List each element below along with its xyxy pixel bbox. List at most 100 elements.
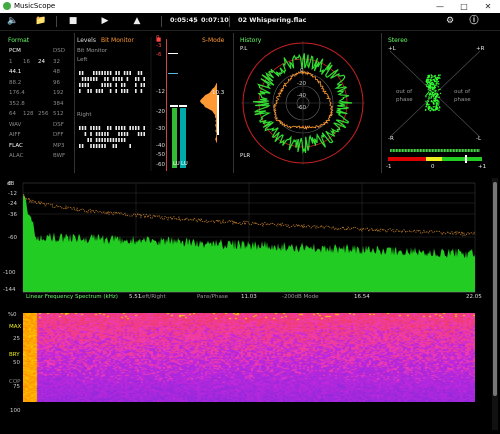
meter-scale-label: -30: [156, 126, 165, 132]
spectrum-ytick: -60: [8, 235, 17, 241]
format-cell: 256: [38, 111, 49, 117]
format-cell: ALAC: [9, 153, 24, 159]
format-cell: WAV: [9, 121, 22, 128]
stereo-panel: Stereo +L +R -R -L out of phase out of p…: [382, 33, 490, 173]
meter-scale-label: -3: [156, 43, 162, 49]
plus-r-label: +R: [476, 46, 485, 52]
mode-pans-phase[interactable]: Pans/Phase: [197, 294, 228, 300]
ring-label-40: -40: [297, 93, 306, 99]
volume-icon[interactable]: 🔈: [6, 15, 20, 28]
spectrum-ytick: -36: [8, 212, 17, 218]
spectrum-ytick: -100: [3, 270, 16, 276]
corr-plus: +1: [478, 164, 487, 170]
toolbar: 🔈 📁 ■ ▶ ▲ 0:05:45 / 0:07:10 02 Whisperin…: [0, 13, 500, 31]
record-icon[interactable]: ▲: [130, 15, 144, 28]
minimize-button[interactable]: —: [428, 0, 452, 13]
close-button[interactable]: ✕: [476, 0, 500, 13]
spectrogram-ytick: 0: [13, 312, 17, 318]
meter-scale-label: -12: [156, 89, 165, 95]
s-mode-label[interactable]: S-Mode: [202, 37, 224, 44]
spectrum-xtick: 16.54: [354, 294, 370, 300]
meter-scale-label: -50: [156, 152, 165, 158]
cop-label: COP: [9, 379, 21, 385]
minus-r-label: -R: [388, 136, 394, 142]
spectrum-footer-label[interactable]: Linear Frequency Spectrum (kHz): [26, 294, 118, 300]
format-cell: MP3: [53, 142, 65, 149]
spectrogram-ytick: 50: [13, 360, 20, 366]
plus-l-label: +L: [388, 46, 396, 52]
mode-left-right[interactable]: Left/Right: [139, 294, 166, 300]
spectrum-panel: dB 0 -12 -24 -36 -60 -100 -144 Linear Frequenc…: [0, 178, 490, 308]
history-radar: [241, 41, 365, 165]
toolbar-separator: [161, 16, 162, 27]
stereo-cloud: [424, 74, 442, 112]
stop-icon[interactable]: ■: [66, 15, 80, 28]
max-label: MAX: [9, 324, 22, 330]
spectrum-ytick: -144: [3, 287, 16, 293]
vertical-scrollbar[interactable]: [492, 178, 498, 430]
format-cell: 128: [23, 111, 34, 117]
spectrogram-panel: % 0 25 50 75 100 MAX BRY COP: [0, 310, 490, 432]
format-cell: FLAC: [9, 142, 23, 149]
levels-graphic: [79, 37, 219, 171]
format-cell: 512: [53, 111, 64, 117]
play-icon[interactable]: ▶: [98, 15, 112, 28]
ring-label-20: -20: [297, 81, 306, 87]
out-phase-left: out of phase: [396, 89, 413, 103]
format-cell: DSF: [53, 121, 64, 128]
time-total: 0:07:10: [201, 16, 229, 24]
format-panel: Format PCM DSD 1 16 24 32 44.1 48 88.2 96 176.4 192…: [0, 33, 74, 173]
format-cell: DSD: [53, 48, 65, 54]
corr-minus: -1: [386, 164, 392, 170]
spectrum-ytick: 0: [8, 181, 12, 187]
peak-value: 10.3: [212, 90, 225, 96]
format-cell: 176.4: [9, 90, 25, 96]
history-panel: History P.L PLR 0 -20 -40 -60: [234, 33, 381, 173]
bit-grid-left: [79, 71, 145, 93]
settings-gear-icon[interactable]: ⚙: [443, 15, 457, 28]
format-cell: 44.1: [9, 69, 22, 75]
spectrogram-canvas: [23, 313, 475, 402]
format-cell: 192: [53, 90, 64, 96]
format-cell: 384: [53, 100, 64, 107]
spectrum-ytick: -24: [8, 201, 17, 207]
spectrogram-ytick: 100: [10, 408, 21, 414]
meter-scale-label: -6: [156, 52, 162, 58]
format-cell: 32: [53, 58, 60, 65]
format-cell: DFF: [53, 132, 64, 138]
app-logo-icon: [3, 2, 11, 10]
ring-label-60: -60: [297, 105, 306, 111]
info-icon[interactable]: ⓘ: [467, 15, 481, 28]
format-cell: 48: [53, 69, 60, 75]
maximize-button[interactable]: □: [452, 0, 476, 13]
spectrogram-ytick: 25: [13, 336, 20, 342]
format-cell: AIFF: [9, 132, 21, 138]
window-title: MusicScope: [14, 2, 56, 10]
meter-scale-label: -20: [156, 109, 165, 115]
ring-label-0: 0: [300, 68, 304, 74]
meter-scale-label: -40: [156, 143, 165, 149]
scrollbar-thumb[interactable]: [493, 182, 497, 396]
format-cell: 24: [38, 58, 45, 65]
format-cell: 352.8: [9, 100, 25, 107]
format-cell: 96: [53, 79, 60, 86]
spectrum-ytick: -12: [8, 191, 17, 197]
meter-scale-label: -60: [156, 162, 165, 168]
spectrum-graphic: [22, 182, 476, 293]
folder-icon[interactable]: 📁: [34, 15, 48, 28]
format-cell: 64: [9, 111, 16, 117]
minus-l-label: -L: [476, 136, 482, 142]
track-name: 02 Whispering.flac: [238, 16, 307, 24]
lu-label-left: LU: [173, 161, 180, 167]
lu-label-right: LU: [181, 161, 188, 167]
spectrum-xtick: 11.03: [241, 294, 257, 300]
out-phase-right: out of phase: [454, 89, 471, 103]
toolbar-separator: [229, 16, 230, 27]
title-bar: MusicScope — □ ✕: [0, 0, 500, 13]
time-separator: /: [194, 16, 197, 24]
toolbar-separator: [56, 16, 57, 27]
levels-panel: Levels Bit Monitor Bit Monitor Left Righ…: [75, 33, 233, 173]
spectrum-xtick: 22.05: [466, 294, 482, 300]
mode-200db[interactable]: -200dB Mode: [282, 294, 318, 300]
format-cell: 1: [9, 58, 13, 65]
